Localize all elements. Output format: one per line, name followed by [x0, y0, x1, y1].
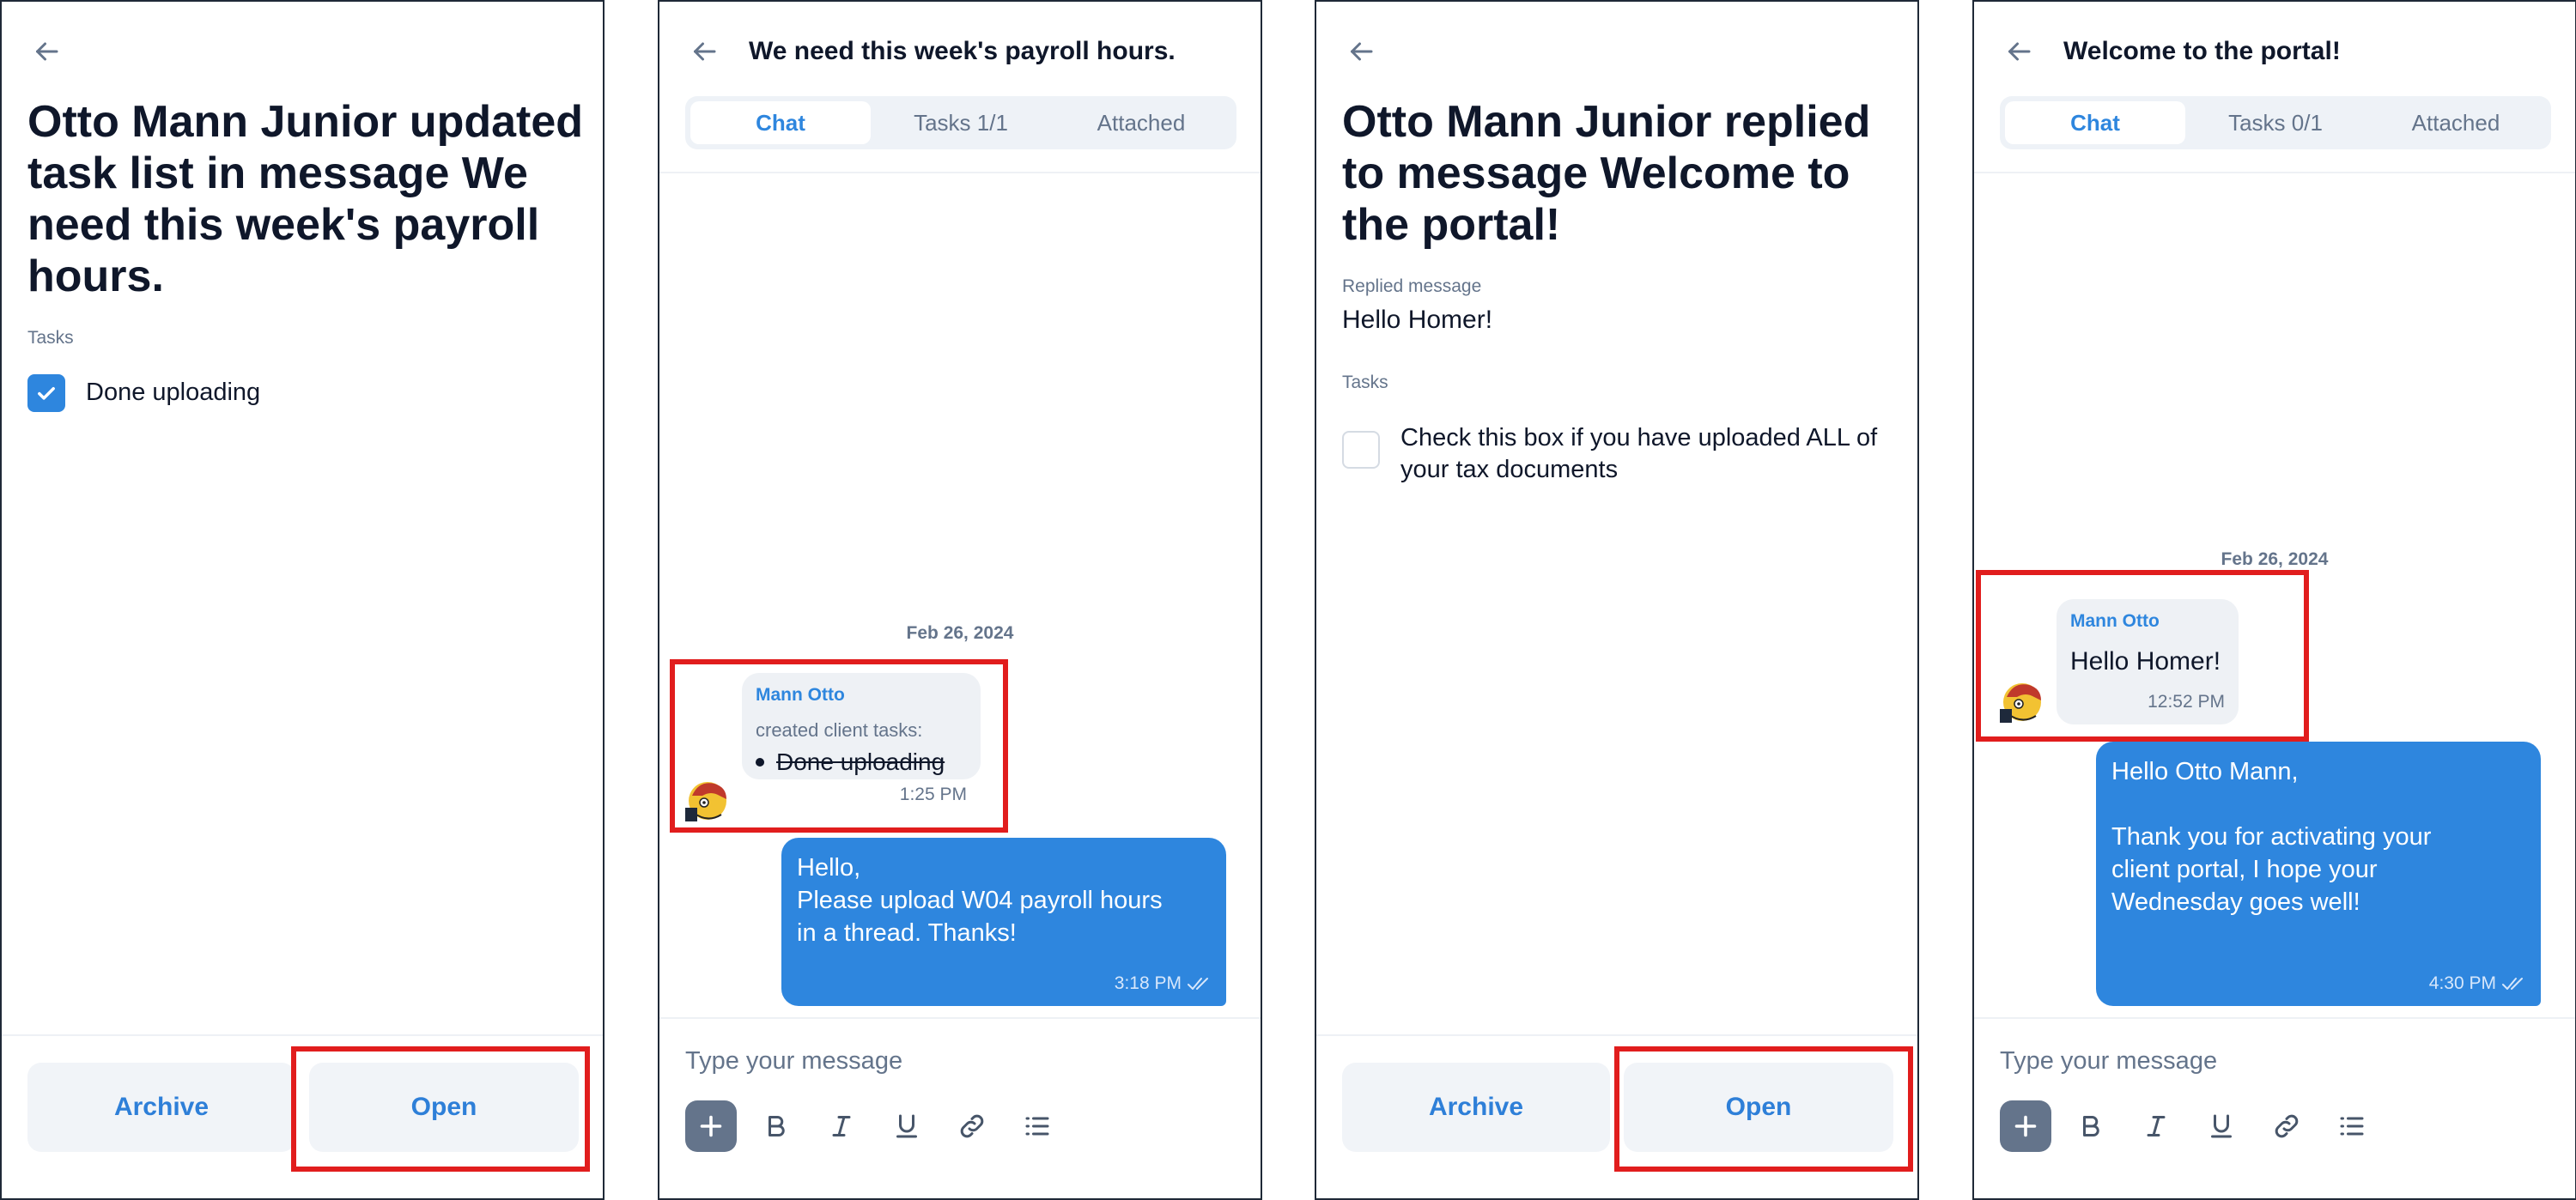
task-item[interactable]: Check this box if you have uploaded ALL … — [1342, 422, 1881, 486]
double-check-icon — [2502, 978, 2523, 990]
sender-name: Mann Otto — [756, 685, 845, 705]
message-time: 12:52 PM — [2148, 692, 2225, 712]
task-text: Done uploading — [86, 379, 261, 406]
tasks-label: Tasks — [1342, 373, 1388, 392]
task-checkbox-unchecked[interactable] — [1342, 431, 1380, 469]
date-separator: Feb 26, 2024 — [2221, 549, 2329, 569]
back-arrow-icon[interactable] — [685, 36, 723, 67]
footer-divider — [2, 1034, 603, 1036]
notification-title: Otto Mann Junior replied to message Welc… — [1342, 97, 1871, 250]
plus-icon[interactable] — [2000, 1100, 2051, 1152]
tabs-divider — [659, 172, 1261, 173]
plus-icon[interactable] — [685, 1100, 737, 1152]
outgoing-message[interactable]: Hello, Please upload W04 payroll hours i… — [781, 838, 1226, 1006]
checkmark-icon — [38, 387, 55, 400]
incoming-message[interactable]: Mann Otto created client tasks: Done upl… — [742, 673, 981, 804]
archive-button[interactable]: Archive — [1342, 1063, 1610, 1152]
tasks-label: Tasks — [27, 328, 74, 348]
tab-attached[interactable]: Attached — [1051, 101, 1231, 144]
italic-icon[interactable] — [816, 1100, 867, 1152]
archive-button[interactable]: Archive — [27, 1063, 295, 1152]
message-time: 1:25 PM — [899, 785, 967, 804]
message-input[interactable] — [2000, 1044, 2549, 1078]
italic-icon[interactable] — [2130, 1100, 2182, 1152]
task-item[interactable]: Done uploading — [27, 374, 260, 412]
composer-divider — [1974, 1017, 2575, 1019]
tab-tasks[interactable]: Tasks 0/1 — [2185, 101, 2366, 144]
tab-bar: Chat Tasks 0/1 Attached — [2000, 96, 2551, 149]
notification-screen-task-update: Otto Mann Junior updated task list in me… — [0, 0, 605, 1200]
back-arrow-icon[interactable] — [2000, 36, 2038, 67]
message-time: 4:30 PM — [2428, 973, 2496, 993]
tab-bar: Chat Tasks 1/1 Attached — [685, 96, 1236, 149]
bold-icon[interactable] — [750, 1100, 802, 1152]
sender-name: Mann Otto — [2070, 611, 2160, 631]
task-text: Check this box if you have uploaded ALL … — [1400, 424, 1878, 483]
open-button[interactable]: Open — [1624, 1063, 1893, 1152]
back-arrow-icon[interactable] — [1342, 36, 1380, 67]
message-input[interactable] — [685, 1044, 1235, 1078]
message-time: 3:18 PM — [1114, 973, 1182, 993]
footer-divider — [1316, 1034, 1917, 1036]
task-bullet: Done uploading — [756, 748, 967, 776]
underline-icon[interactable] — [2196, 1100, 2247, 1152]
replied-message-value: Hello Homer! — [1342, 306, 1493, 334]
chat-screen-welcome: Welcome to the portal! Chat Tasks 0/1 At… — [1972, 0, 2576, 1200]
outgoing-meta: 4:30 PM — [2429, 973, 2527, 994]
outgoing-message[interactable]: Hello Otto Mann, Thank you for activatin… — [2096, 742, 2541, 1006]
tab-tasks[interactable]: Tasks 1/1 — [871, 101, 1051, 144]
thread-title: Welcome to the portal! — [2063, 37, 2341, 65]
thread-title: We need this week's payroll hours. — [749, 37, 1176, 65]
chat-screen-payroll: We need this week's payroll hours. Chat … — [658, 0, 1262, 1200]
composer-toolbar — [685, 1100, 1077, 1152]
message-meta: created client tasks: — [756, 719, 923, 741]
avatar-icon — [1996, 671, 2051, 726]
message-text: Hello Homer! — [2070, 647, 2221, 676]
incoming-message[interactable]: Mann Otto Hello Homer! 12:52 PM — [2057, 599, 2239, 724]
tab-chat[interactable]: Chat — [690, 101, 871, 144]
composer-toolbar — [2000, 1100, 2391, 1152]
avatar-icon — [682, 770, 737, 825]
outgoing-meta: 3:18 PM — [1115, 973, 1212, 994]
composer-divider — [659, 1017, 1261, 1019]
outgoing-text: Hello Otto Mann, Thank you for activatin… — [2111, 758, 2432, 916]
date-separator: Feb 26, 2024 — [906, 623, 1014, 643]
notification-screen-reply: Otto Mann Junior replied to message Welc… — [1315, 0, 1919, 1200]
list-icon[interactable] — [1012, 1100, 1063, 1152]
open-button[interactable]: Open — [309, 1063, 579, 1152]
notification-title: Otto Mann Junior updated task list in me… — [27, 97, 584, 301]
back-arrow-icon[interactable] — [27, 36, 65, 67]
underline-icon[interactable] — [881, 1100, 933, 1152]
link-icon[interactable] — [2261, 1100, 2312, 1152]
link-icon[interactable] — [946, 1100, 998, 1152]
bold-icon[interactable] — [2065, 1100, 2117, 1152]
tabs-divider — [1974, 172, 2575, 173]
tab-chat[interactable]: Chat — [2005, 101, 2185, 144]
task-completed-text: Done uploading — [776, 748, 945, 775]
list-icon[interactable] — [2326, 1100, 2378, 1152]
bullet-dot — [756, 758, 764, 767]
task-checkbox-checked[interactable] — [27, 374, 65, 412]
tab-attached[interactable]: Attached — [2366, 101, 2546, 144]
double-check-icon — [1188, 978, 1208, 990]
replied-message-label: Replied message — [1342, 276, 1482, 296]
outgoing-text: Hello, Please upload W04 payroll hours i… — [797, 854, 1163, 947]
